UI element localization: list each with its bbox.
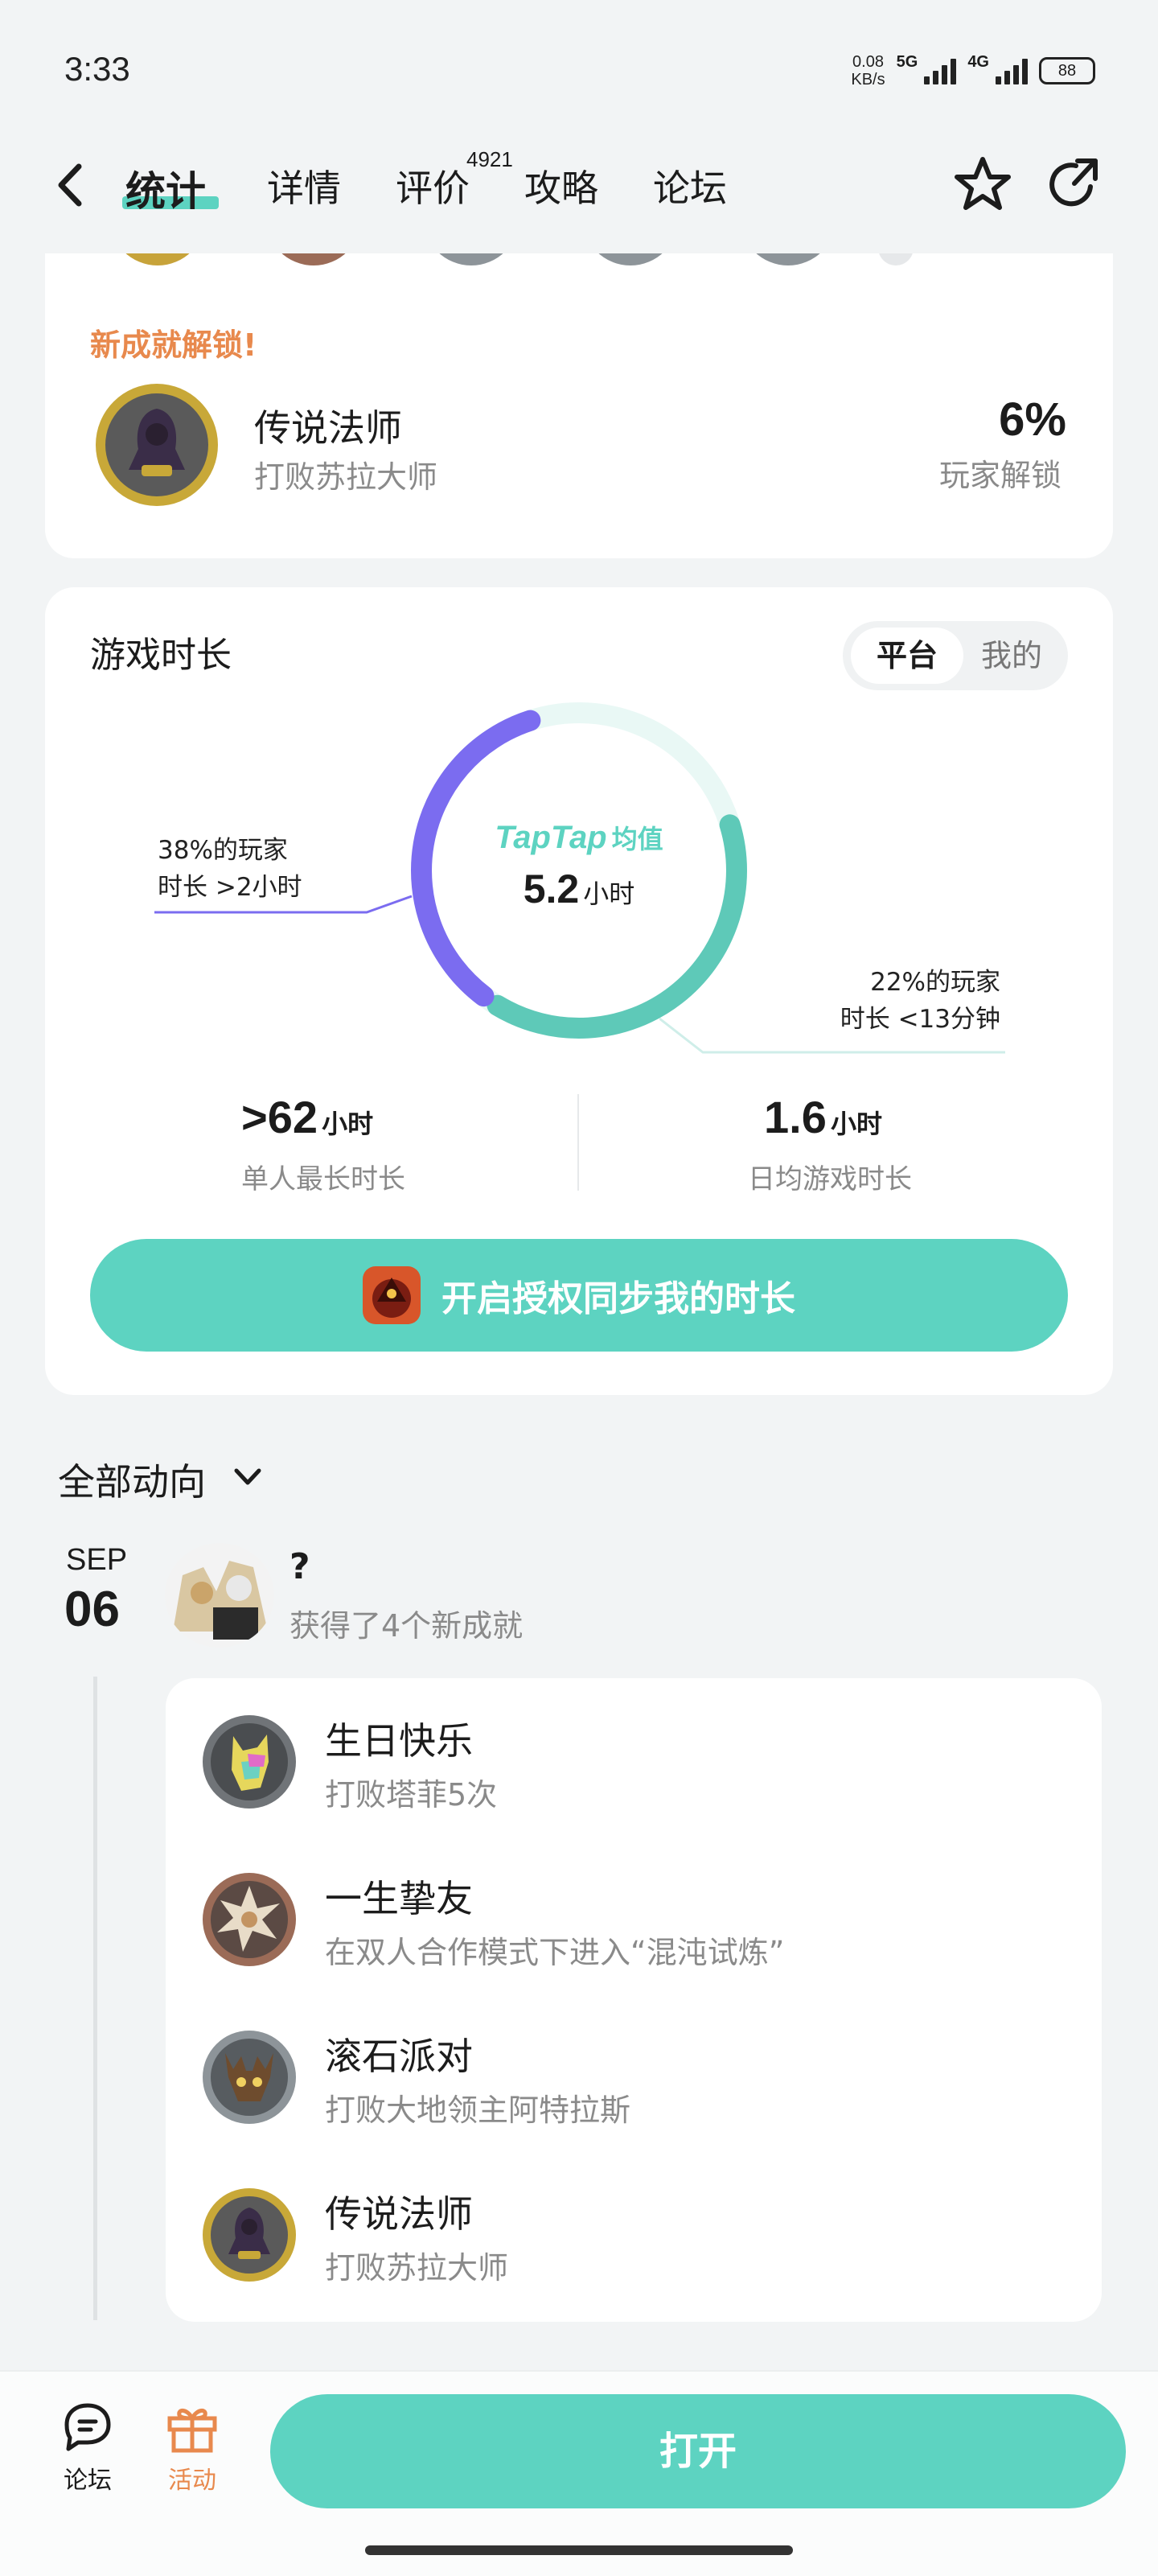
- signal-4g-label: 4G: [967, 53, 989, 71]
- taptap-logo: TapTap: [495, 820, 607, 855]
- feed-user-name[interactable]: ?: [290, 1546, 310, 1587]
- legendary-mage-badge-icon[interactable]: [201, 2187, 298, 2283]
- callout-right-line1: 22%的玩家: [870, 968, 1000, 997]
- feed-ach-4-subtitle: 打败苏拉大师: [325, 2250, 509, 2286]
- timeline-line: [93, 1677, 97, 2320]
- max-playtime-value: >62: [241, 1092, 318, 1142]
- feed-ach-2-subtitle: 在双人合作模式下进入“混沌试炼”: [325, 1935, 785, 1970]
- review-count-badge: 4921: [466, 147, 513, 171]
- open-game-button[interactable]: 打开: [270, 2394, 1126, 2508]
- network-speed-value: 0.08: [852, 53, 884, 71]
- network-speed: 0.08 KB/s: [851, 53, 885, 88]
- feed-date-day: 06: [64, 1582, 120, 1637]
- tab-stats[interactable]: 统计: [125, 159, 206, 217]
- max-playtime: >62 小时: [241, 1091, 373, 1143]
- callout-left-line: [154, 895, 413, 914]
- home-indicator[interactable]: [365, 2545, 793, 2555]
- feed-ach-1-title: 生日快乐: [325, 1719, 473, 1763]
- bottom-activity-label: 活动: [168, 2467, 216, 2495]
- gift-icon: [167, 2409, 217, 2453]
- game-app-icon: [363, 1266, 421, 1324]
- average-value: 5.2: [523, 866, 580, 911]
- status-time: 3:33: [64, 50, 130, 88]
- unlock-percent-label: 玩家解锁: [938, 458, 1062, 493]
- bottom-forum-label: 论坛: [64, 2467, 112, 2495]
- new-achievement-heading: 新成就解锁!: [90, 327, 257, 363]
- tab-reviews[interactable]: 评价: [396, 159, 470, 212]
- average-value-group: 5.2 小时: [482, 866, 676, 912]
- daily-playtime-label: 日均游戏时长: [748, 1163, 912, 1195]
- average-label: 均值: [611, 824, 663, 854]
- birthday-badge-icon[interactable]: [201, 1714, 298, 1810]
- average-unit: 小时: [583, 879, 635, 909]
- back-arrow-icon[interactable]: [48, 157, 96, 213]
- bottom-activity-button[interactable]: 活动: [158, 2401, 227, 2496]
- tab-guides[interactable]: 攻略: [524, 159, 598, 212]
- feed-filter-title[interactable]: 全部动向: [58, 1453, 206, 1506]
- tab-details[interactable]: 详情: [267, 159, 341, 212]
- best-friends-badge-icon[interactable]: [201, 1871, 298, 1968]
- signal-4g-icon: [996, 57, 1028, 84]
- callout-right-line: [659, 1017, 1005, 1054]
- max-playtime-unit: 小时: [322, 1109, 374, 1139]
- max-playtime-label: 单人最长时长: [241, 1163, 405, 1195]
- forum-chat-icon: [64, 2403, 111, 2451]
- feed-ach-3-subtitle: 打败大地领主阿特拉斯: [325, 2092, 631, 2128]
- feed-achievements-card: [166, 1678, 1102, 2322]
- favorite-star-icon[interactable]: [951, 153, 1015, 217]
- stats-divider: [577, 1094, 579, 1191]
- daily-playtime-unit: 小时: [830, 1109, 882, 1139]
- unlocked-achievement-subtitle: 打败苏拉大师: [254, 459, 438, 495]
- toggle-mine[interactable]: 我的: [963, 628, 1060, 684]
- sync-button-content: 开启授权同步我的时长: [90, 1239, 1068, 1352]
- status-indicators: 0.08 KB/s 5G 4G 88: [851, 53, 1095, 88]
- feed-ach-1-subtitle: 打败塔菲5次: [325, 1777, 498, 1813]
- playtime-title: 游戏时长: [90, 635, 232, 676]
- legendary-mage-badge-icon[interactable]: [93, 381, 220, 508]
- daily-playtime-value: 1.6: [764, 1092, 827, 1142]
- donut-long-segment: [411, 710, 541, 1007]
- taptap-average-label: TapTap 均值: [482, 819, 676, 856]
- sync-button-label: 开启授权同步我的时长: [441, 1278, 795, 1319]
- network-speed-unit: KB/s: [851, 71, 885, 88]
- chevron-down-icon[interactable]: [232, 1461, 264, 1493]
- signal-5g-icon: [924, 57, 957, 84]
- unlocked-achievement-title: 传说法师: [254, 406, 402, 450]
- unlock-percent: 6%: [999, 393, 1066, 446]
- toggle-platform[interactable]: 平台: [851, 628, 963, 684]
- user-avatar[interactable]: [165, 1543, 274, 1648]
- feed-ach-4-title: 传说法师: [325, 2192, 473, 2236]
- feed-user-action: 获得了4个新成就: [290, 1608, 524, 1644]
- daily-playtime: 1.6 小时: [764, 1091, 882, 1143]
- rolling-stone-badge-icon[interactable]: [201, 2029, 298, 2125]
- battery-icon: 88: [1039, 57, 1095, 84]
- tab-forum[interactable]: 论坛: [653, 159, 727, 212]
- feed-date-month: SEP: [66, 1543, 128, 1577]
- feed-ach-2-title: 一生挚友: [325, 1877, 473, 1920]
- bottom-forum-button[interactable]: 论坛: [53, 2401, 122, 2496]
- callout-left-line1: 38%的玩家: [158, 836, 288, 865]
- share-icon[interactable]: [1042, 153, 1107, 217]
- feed-ach-3-title: 滚石派对: [325, 2035, 473, 2078]
- signal-5g-label: 5G: [896, 53, 918, 71]
